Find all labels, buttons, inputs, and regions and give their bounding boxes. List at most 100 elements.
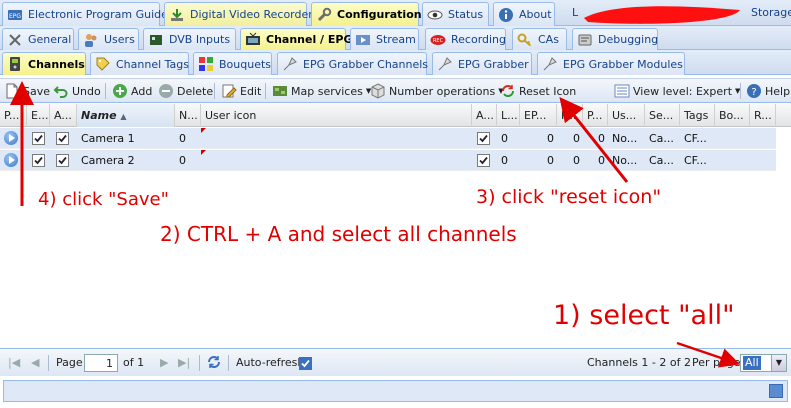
cell-p1: 0 — [573, 154, 580, 167]
tab-epg-grabber[interactable]: EPG Grabber — [432, 52, 532, 75]
tab-channel-epg[interactable]: Channel / EPG — [240, 28, 353, 50]
col-l[interactable]: L... — [497, 104, 520, 127]
tab-channel-tags[interactable]: Channel Tags — [90, 52, 189, 75]
first-page-icon[interactable]: |◀ — [8, 354, 20, 372]
annotation-step1: 1) select "all" — [553, 300, 735, 331]
col-tags[interactable]: Tags — [680, 104, 715, 127]
tab-dvb-inputs[interactable]: DVB Inputs — [143, 28, 236, 50]
table-row[interactable]: Camera 2 0 0 0 0 0 No... Ca... CF... — [0, 150, 776, 171]
per-page-select[interactable]: All ▼ — [740, 354, 787, 372]
cell-us: No... — [612, 154, 638, 167]
play-icon[interactable] — [4, 153, 18, 167]
play-icon[interactable] — [4, 131, 18, 145]
col-enabled[interactable]: E... — [27, 104, 50, 127]
edit-button[interactable]: Edit — [221, 81, 261, 101]
col-ep[interactable]: EP... — [520, 104, 557, 127]
enabled-checkbox[interactable] — [32, 154, 45, 167]
chevron-down-icon[interactable]: ▼ — [771, 355, 786, 371]
tab-epg-grabber-modules-label: EPG Grabber Modules — [563, 57, 683, 71]
map-services-button[interactable]: Map services ▼ — [272, 81, 371, 101]
status-toggle-icon[interactable] — [769, 384, 783, 398]
channel-number: 0 — [179, 154, 186, 167]
prev-page-icon[interactable]: ◀ — [31, 354, 39, 372]
cell-tags: CF... — [684, 132, 707, 145]
refresh-icon[interactable] — [206, 354, 222, 372]
delete-icon — [158, 83, 174, 99]
tab-debugging[interactable]: Debugging — [572, 28, 658, 50]
cell-se: Ca... — [649, 132, 674, 145]
info-icon — [498, 7, 514, 23]
pager-separator — [199, 355, 200, 371]
tools-icon — [7, 32, 23, 48]
tab-cas[interactable]: CAs — [512, 28, 567, 50]
cell-p2: 0 — [598, 132, 605, 145]
last-page-icon[interactable]: ▶| — [178, 354, 190, 372]
tab-epg[interactable]: EPG Electronic Program Guide — [2, 2, 168, 26]
annotation-step2: 2) CTRL + A and select all channels — [160, 222, 517, 246]
col-se[interactable]: Se... — [645, 104, 680, 127]
tab-about[interactable]: About — [493, 2, 555, 26]
users-icon — [83, 32, 99, 48]
col-user-icon[interactable]: User icon — [201, 104, 472, 127]
page-number-input[interactable]: 1 — [84, 354, 118, 372]
per-page-label: Per page — [692, 356, 741, 369]
debug-icon — [577, 32, 593, 48]
tab-status-label: Status — [448, 8, 484, 21]
tab-configuration-label: Configuration — [337, 8, 422, 21]
tab-users[interactable]: Users — [78, 28, 139, 50]
tab-general[interactable]: General — [2, 28, 74, 50]
delete-button[interactable]: Delete — [158, 81, 213, 101]
auto-epg-checkbox[interactable] — [477, 132, 490, 145]
cell-p2: 0 — [598, 154, 605, 167]
sort-asc-icon: ▲ — [120, 112, 127, 121]
auto-refresh-label: Auto-refresh — [236, 356, 305, 369]
tab-status[interactable]: Status — [422, 2, 489, 26]
help-button[interactable]: ? Help — [746, 81, 790, 101]
add-button[interactable]: Add — [112, 81, 152, 101]
col-name[interactable]: Name ▲ — [77, 104, 175, 127]
view-level-label: View level: Expert — [633, 84, 733, 98]
auto-refresh-checkbox[interactable] — [299, 357, 312, 370]
reset-icon-button[interactable]: Reset Icon — [500, 81, 576, 101]
dvb-card-icon — [148, 32, 164, 48]
save-button[interactable]: Save — [4, 81, 50, 101]
map-icon — [272, 83, 288, 99]
storage-label[interactable]: Storage — [751, 6, 791, 19]
tab-channels[interactable]: Channels — [2, 52, 86, 75]
annotation-step4: 4) click "Save" — [38, 189, 169, 210]
next-page-icon[interactable]: ▶ — [160, 354, 168, 372]
col-name-label: Name — [81, 109, 117, 122]
tab-configuration[interactable]: Configuration — [311, 2, 422, 26]
col-p2[interactable]: P... — [583, 104, 608, 127]
col-play[interactable]: P... — [0, 104, 27, 127]
col-bo[interactable]: Bo... — [715, 104, 750, 127]
paging-summary: Channels 1 - 2 of 2 — [587, 356, 691, 369]
col-p1[interactable]: P... — [557, 104, 583, 127]
col-number[interactable]: N... — [175, 104, 201, 127]
autoname-checkbox[interactable] — [56, 154, 69, 167]
download-icon — [169, 7, 185, 23]
tab-dvr[interactable]: Digital Video Recorder — [164, 2, 313, 26]
view-level-dropdown[interactable]: View level: Expert ▼ — [614, 81, 740, 101]
wrench-icon — [316, 7, 332, 23]
auto-epg-checkbox[interactable] — [477, 154, 490, 167]
enabled-checkbox[interactable] — [32, 132, 45, 145]
tab-stream[interactable]: Stream — [350, 28, 419, 50]
reset-icon — [500, 83, 516, 99]
autoname-checkbox[interactable] — [56, 132, 69, 145]
col-us[interactable]: Us... — [608, 104, 645, 127]
tab-epg-grabber-channels[interactable]: EPG Grabber Channels — [277, 52, 428, 75]
undo-button[interactable]: Undo — [53, 81, 101, 101]
svg-text:EPG: EPG — [9, 13, 21, 20]
tab-epg-grabber-modules[interactable]: EPG Grabber Modules — [537, 52, 685, 75]
col-auto-epg[interactable]: A... — [472, 104, 497, 127]
col-autoname[interactable]: A... — [50, 104, 77, 127]
help-icon: ? — [746, 83, 762, 99]
tab-recording[interactable]: REC Recording — [425, 28, 506, 50]
number-operations-button[interactable]: Number operations ▼ — [370, 81, 504, 101]
tab-bouquets[interactable]: Bouquets — [193, 52, 272, 75]
grabber-icon — [282, 56, 298, 72]
cell-p1: 0 — [573, 132, 580, 145]
table-row[interactable]: Camera 1 0 0 0 0 0 No... Ca... CF... — [0, 128, 776, 149]
col-r[interactable]: R... — [750, 104, 776, 127]
